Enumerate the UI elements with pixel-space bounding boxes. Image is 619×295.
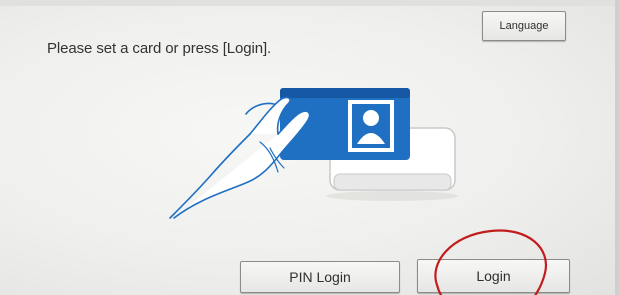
language-button[interactable]: Language [482,11,566,41]
pin-login-button[interactable]: PIN Login [240,261,400,293]
top-bezel [0,0,619,6]
card-reader-illustration [169,88,458,219]
login-button[interactable]: Login [417,259,570,293]
right-bezel [615,0,619,295]
login-prompt: Please set a card or press [Login]. [47,40,272,57]
login-screen: Please set a card or press [Login]. Lang… [0,0,619,295]
